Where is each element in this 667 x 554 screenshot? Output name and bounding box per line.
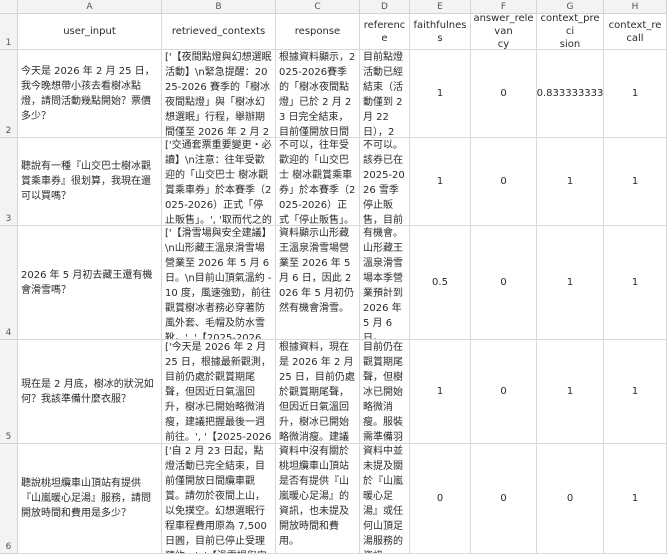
cell-retrieved-contexts[interactable]: ['今天是 2026 年 2 月 25 日，根據最新觀測，目前仍處於觀賞期尾聲，… [162, 340, 276, 444]
column-header-d[interactable]: D [360, 0, 410, 14]
cell-faithfulness[interactable]: 1 [410, 50, 471, 138]
cell-context-precision[interactable]: 1 [537, 340, 604, 444]
cell-answer-relevancy[interactable]: 0 [471, 138, 537, 226]
row-header-4[interactable]: 4 [0, 226, 18, 340]
cell-reference[interactable]: 目前仍在觀賞期尾聲，但樹冰已開始略微消瘦。服裝需準備羽絨衣、防 [360, 340, 410, 444]
column-header-h[interactable]: H [604, 0, 667, 14]
column-header-c[interactable]: C [276, 0, 360, 14]
cell-response[interactable]: 資料顯示山形藏王溫泉滑雪場營業至 2026 年 5 月 6 日，因此 2026 … [276, 226, 360, 340]
cell-context-recall[interactable]: 1 [604, 340, 667, 444]
select-all-corner[interactable] [0, 0, 18, 14]
header-cell-retrieved-contexts[interactable]: retrieved_contexts [162, 14, 276, 50]
column-header-e[interactable]: E [410, 0, 471, 14]
cell-user-input[interactable]: 2026 年 5 月初去藏王還有機會滑雪嗎？ [18, 226, 162, 340]
row-number: 1 [5, 38, 12, 48]
row-number: 6 [5, 542, 12, 552]
cell-context-recall[interactable]: 1 [604, 444, 667, 554]
cell-retrieved-contexts[interactable]: ['自 2 月 23 日起，點燈活動已完全結束，目前僅開放日間纜車觀賞。請勿於夜… [162, 444, 276, 554]
cell-answer-relevancy[interactable]: 0 [471, 340, 537, 444]
header-cell-context-precision[interactable]: context_preci sion [537, 14, 604, 50]
cell-response[interactable]: 資料中沒有關於桃坦纜車山頂站是否有提供『山嵐暖心足湯』的資訊，也未提及開放時間和… [276, 444, 360, 554]
row-number: 3 [5, 214, 12, 224]
header-cell-faithfulness[interactable]: faithfulness [410, 14, 471, 50]
cell-context-precision[interactable]: 1 [537, 138, 604, 226]
cell-context-recall[interactable]: 1 [604, 50, 667, 138]
cell-context-recall[interactable]: 1 [604, 138, 667, 226]
cell-retrieved-contexts[interactable]: ['【夜間點燈與幻想選眠活動】\n緊急提醒：2025-2026 賽季的「樹冰夜間… [162, 50, 276, 138]
cell-user-input[interactable]: 現在是 2 月底，樹冰的狀況如何？我該準備什麼衣服？ [18, 340, 162, 444]
cell-reference[interactable]: 不可以。該券已在 2025-2026 雪季停止販售，目前改為販售「巴士＋ [360, 138, 410, 226]
cell-reference[interactable]: 資料中並未提及關於『山嵐暖心足湯』或任何山頂足湯服務的資訊。 [360, 444, 410, 554]
column-header-g[interactable]: G [537, 0, 604, 14]
cell-answer-relevancy[interactable]: 0 [471, 226, 537, 340]
row-header-2[interactable]: 2 [0, 50, 18, 138]
header-cell-context-recall[interactable]: context_recall [604, 14, 667, 50]
column-header-f[interactable]: F [471, 0, 537, 14]
cell-context-precision[interactable]: 1 [537, 226, 604, 340]
cell-faithfulness[interactable]: 1 [410, 138, 471, 226]
header-cell-user-input[interactable]: user_input [18, 14, 162, 50]
cell-context-precision[interactable]: 0 [537, 444, 604, 554]
cell-answer-relevancy[interactable]: 0 [471, 50, 537, 138]
cell-context-recall[interactable]: 1 [604, 226, 667, 340]
cell-response[interactable]: 根據資料，現在是 2026 年 2 月 25 日，目前仍處於觀賞期尾聲，但因近日… [276, 340, 360, 444]
row-header-5[interactable]: 5 [0, 340, 18, 444]
cell-response[interactable]: 不可以，往年受歡迎的「山交巴士 樹冰觀賞乘車券」於本賽季（2025-2026）正… [276, 138, 360, 226]
cell-context-precision[interactable]: 0.833333333 [537, 50, 604, 138]
header-cell-answer-relevancy[interactable]: answer_relevan cy [471, 14, 537, 50]
cell-answer-relevancy[interactable]: 0 [471, 444, 537, 554]
row-header-3[interactable]: 3 [0, 138, 18, 226]
row-header-1[interactable]: 1 [0, 14, 18, 50]
cell-response[interactable]: 根據資料顯示，2025-2026賽季的「樹冰夜間點燈」已於 2 月 23 日完全… [276, 50, 360, 138]
cell-faithfulness[interactable]: 0.5 [410, 226, 471, 340]
cell-reference[interactable]: 有機會。山形藏王溫泉滑雪場本季營業預計到 2026 年 5 月 6 日。 [360, 226, 410, 340]
cell-retrieved-contexts[interactable]: ['【滑雪場與安全建議】\n山形藏王溫泉滑雪場營業至 2026 年 5 月 6 … [162, 226, 276, 340]
cell-retrieved-contexts[interactable]: ['交通套票重要變更・必讀】\n注意：往年受歡迎的「山交巴士 樹冰觀賞乘車券」於… [162, 138, 276, 226]
cell-reference[interactable]: 目前點燈活動已經結束（活動僅到 2 月 22 日），2 月 23 日是日間 [360, 50, 410, 138]
cell-faithfulness[interactable]: 0 [410, 444, 471, 554]
row-number: 2 [5, 126, 12, 136]
row-header-6[interactable]: 6 [0, 444, 18, 554]
cell-user-input[interactable]: 聽說有一種『山交巴士樹冰觀賞乘車券』很划算，我現在還可以買嗎？ [18, 138, 162, 226]
header-cell-reference[interactable]: reference [360, 14, 410, 50]
header-cell-response[interactable]: response [276, 14, 360, 50]
row-number: 4 [5, 328, 12, 338]
row-number: 5 [5, 432, 12, 442]
cell-user-input[interactable]: 聽說桃坦纜車山頂站有提供『山嵐暖心足湯』服務，請問開放時間和費用是多少？ [18, 444, 162, 554]
column-header-a[interactable]: A [18, 0, 162, 14]
cell-user-input[interactable]: 今天是 2026 年 2 月 25 日，我今晚想帶小孩去看樹冰點燈，請問活動幾點… [18, 50, 162, 138]
cell-faithfulness[interactable]: 1 [410, 340, 471, 444]
column-header-b[interactable]: B [162, 0, 276, 14]
